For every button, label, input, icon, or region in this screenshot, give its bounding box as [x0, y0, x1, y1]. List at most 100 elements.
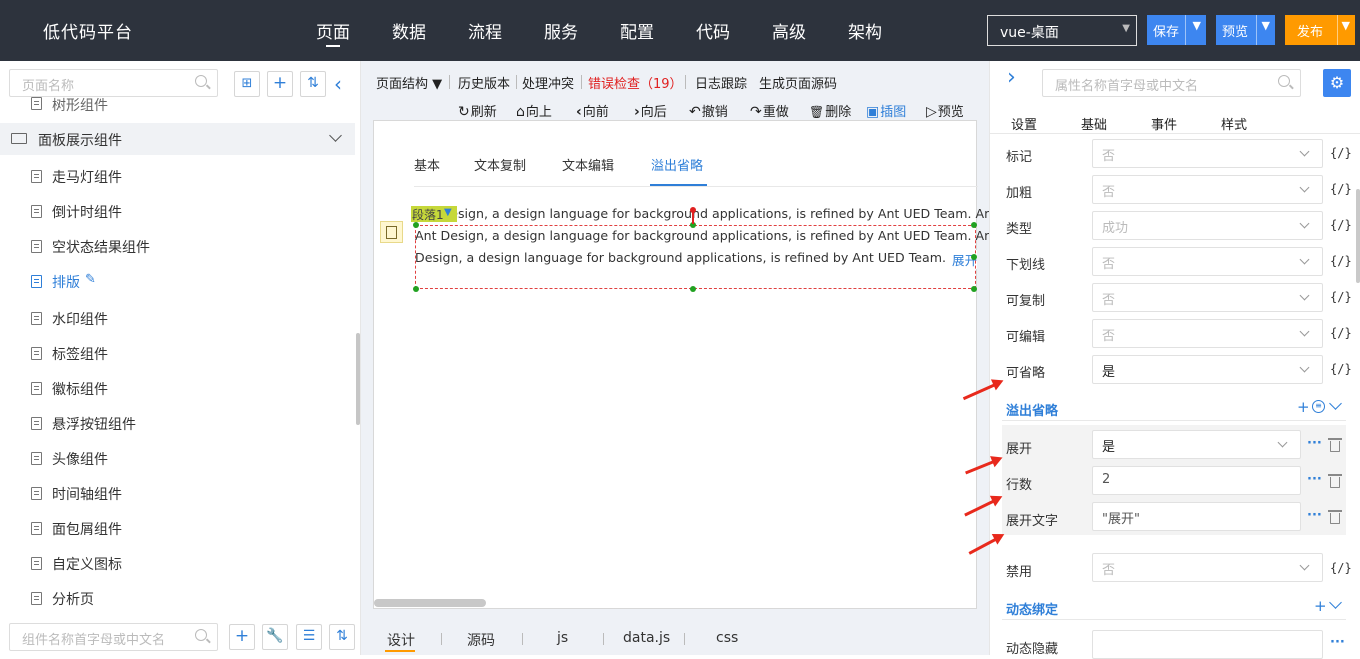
prop-select[interactable]: 否 [1092, 283, 1323, 312]
list-circle-icon[interactable]: ≡ [1312, 400, 1325, 413]
component-badge[interactable]: 段落1 ▼ [411, 206, 457, 222]
prop-select[interactable]: 否 [1092, 139, 1323, 168]
add-component-button[interactable]: + [229, 624, 255, 650]
log-trace-button[interactable]: 日志跟踪 [695, 73, 747, 92]
caret-down-icon[interactable]: ▼ [1262, 19, 1270, 32]
list-item[interactable]: 标签组件 [0, 336, 355, 370]
resize-handle[interactable] [971, 222, 977, 228]
tab-events[interactable]: 事件 [1151, 114, 1177, 133]
preview-toolbar-button[interactable]: ▷预览 [926, 101, 964, 120]
indent-icon[interactable]: ☰ [296, 624, 322, 650]
expand-panel-icon[interactable]: › [1007, 65, 1016, 90]
code-icon[interactable]: {/} [1330, 182, 1352, 196]
prop-select[interactable]: 是 [1092, 355, 1323, 384]
sidebar-scrollbar[interactable] [356, 333, 360, 425]
list-item[interactable]: 空状态结果组件 [0, 229, 355, 263]
prop-select[interactable]: 是 [1092, 430, 1301, 459]
code-icon[interactable]: {/} [1330, 218, 1352, 232]
chevron-down-icon[interactable] [1329, 397, 1342, 410]
more-icon[interactable]: ··· [1307, 509, 1325, 522]
code-icon[interactable]: {/} [1330, 146, 1352, 160]
code-icon[interactable]: {/} [1330, 254, 1352, 268]
component-search-input[interactable]: 组件名称首字母或中文名 [9, 623, 218, 651]
tab-overflow-ellipsis[interactable]: 溢出省略 [651, 155, 703, 174]
tab-style[interactable]: 样式 [1221, 114, 1247, 133]
tab-data-js[interactable]: data.js [623, 630, 670, 646]
list-item[interactable]: 自定义图标 [0, 546, 355, 580]
prop-select[interactable]: 成功 [1092, 211, 1323, 240]
env-select[interactable]: vue-桌面 ▼ [987, 15, 1137, 46]
prop-select[interactable]: 否 [1092, 553, 1323, 582]
resize-handle[interactable] [690, 286, 696, 292]
chevron-down-icon[interactable] [1329, 596, 1342, 609]
more-icon[interactable]: ··· [1307, 437, 1325, 450]
tab-basic-props[interactable]: 基础 [1081, 114, 1107, 133]
selection-box[interactable] [415, 225, 976, 289]
edit-pencil-icon[interactable]: ✎ [85, 272, 96, 287]
list-item[interactable]: 分析页 [0, 581, 355, 615]
move-up-button[interactable]: ⌂向上 [516, 101, 552, 120]
page-structure-menu[interactable]: 页面结构 ▼ [376, 73, 442, 92]
prop-input[interactable]: 2 [1092, 466, 1301, 495]
nav-architecture[interactable]: 架构 [848, 18, 882, 43]
prop-select[interactable]: 否 [1092, 319, 1323, 348]
preview-button[interactable]: 预览 ▼ [1216, 15, 1275, 45]
history-version-button[interactable]: 历史版本 [458, 73, 510, 92]
insert-image-button[interactable]: ▣插图 [866, 101, 906, 120]
nav-config[interactable]: 配置 [620, 18, 654, 43]
design-canvas[interactable]: 基本 文本复制 文本编辑 溢出省略 Ant Design, a design l… [373, 120, 997, 609]
nav-code[interactable]: 代码 [696, 18, 730, 43]
resize-handle[interactable] [413, 286, 419, 292]
trash-icon[interactable] [1328, 438, 1342, 452]
wrench-icon[interactable]: 🔧 [262, 624, 288, 650]
nav-page[interactable]: 页面 [316, 18, 350, 43]
prop-select[interactable]: 否 [1092, 247, 1323, 276]
sort-icon[interactable]: ⇅ [329, 624, 355, 650]
property-search-input[interactable]: 属性名称首字母或中文名 [1042, 69, 1301, 97]
refresh-button[interactable]: ↻刷新 [458, 101, 497, 120]
component-icon[interactable] [380, 221, 403, 243]
error-check-button[interactable]: 错误检查（19） [588, 73, 683, 92]
list-item-active[interactable]: 排版 ✎ [0, 264, 355, 298]
move-forward-button[interactable]: ‹向前 [576, 101, 609, 120]
caret-down-icon[interactable]: ▼ [1342, 19, 1350, 32]
list-item[interactable]: 悬浮按钮组件 [0, 406, 355, 440]
add-icon[interactable]: + [1297, 398, 1310, 416]
nav-flow[interactable]: 流程 [468, 18, 502, 43]
generate-source-button[interactable]: 生成页面源码 [759, 73, 837, 92]
rotate-handle[interactable] [690, 207, 696, 213]
canvas-horizontal-scrollbar[interactable] [374, 599, 486, 607]
trash-icon[interactable] [1328, 474, 1342, 488]
tab-text-copy[interactable]: 文本复制 [474, 155, 526, 174]
list-item[interactable]: 面包屑组件 [0, 511, 355, 545]
tab-js[interactable]: js [557, 630, 568, 646]
tab-css[interactable]: css [716, 630, 738, 646]
caret-down-icon[interactable]: ▼ [444, 207, 452, 218]
nav-service[interactable]: 服务 [544, 18, 578, 43]
resize-handle[interactable] [971, 286, 977, 292]
resize-handle[interactable] [971, 254, 977, 260]
list-item[interactable]: 时间轴组件 [0, 476, 355, 510]
tab-design[interactable]: 设计 [387, 630, 415, 650]
tab-source[interactable]: 源码 [467, 630, 495, 650]
add-icon[interactable]: + [1314, 597, 1327, 615]
tab-settings[interactable]: 设置 [1011, 114, 1037, 133]
prop-input[interactable]: "展开" [1092, 502, 1301, 531]
save-button[interactable]: 保存 ▼ [1147, 15, 1206, 45]
list-item[interactable]: 走马灯组件 [0, 159, 355, 193]
list-item[interactable]: 徽标组件 [0, 371, 355, 405]
move-back-button[interactable]: ›向后 [634, 101, 667, 120]
resolve-conflict-button[interactable]: 处理冲突 [522, 73, 574, 92]
gear-icon[interactable]: ⚙ [1323, 69, 1351, 97]
delete-button[interactable]: 🗑删除 [809, 101, 851, 120]
code-icon[interactable]: {/} [1330, 290, 1352, 304]
list-item[interactable]: 倒计时组件 [0, 194, 355, 228]
panel-scrollbar[interactable] [1356, 189, 1360, 283]
list-item[interactable]: 头像组件 [0, 441, 355, 475]
undo-button[interactable]: ↶撤销 [689, 101, 728, 120]
code-icon[interactable]: {/} [1330, 326, 1352, 340]
code-icon[interactable]: {/} [1330, 561, 1352, 575]
publish-button[interactable]: 发布 ▼ [1285, 15, 1355, 45]
tree-item-partial[interactable]: 树形组件 [0, 93, 355, 115]
chevron-down-icon[interactable] [329, 129, 342, 142]
